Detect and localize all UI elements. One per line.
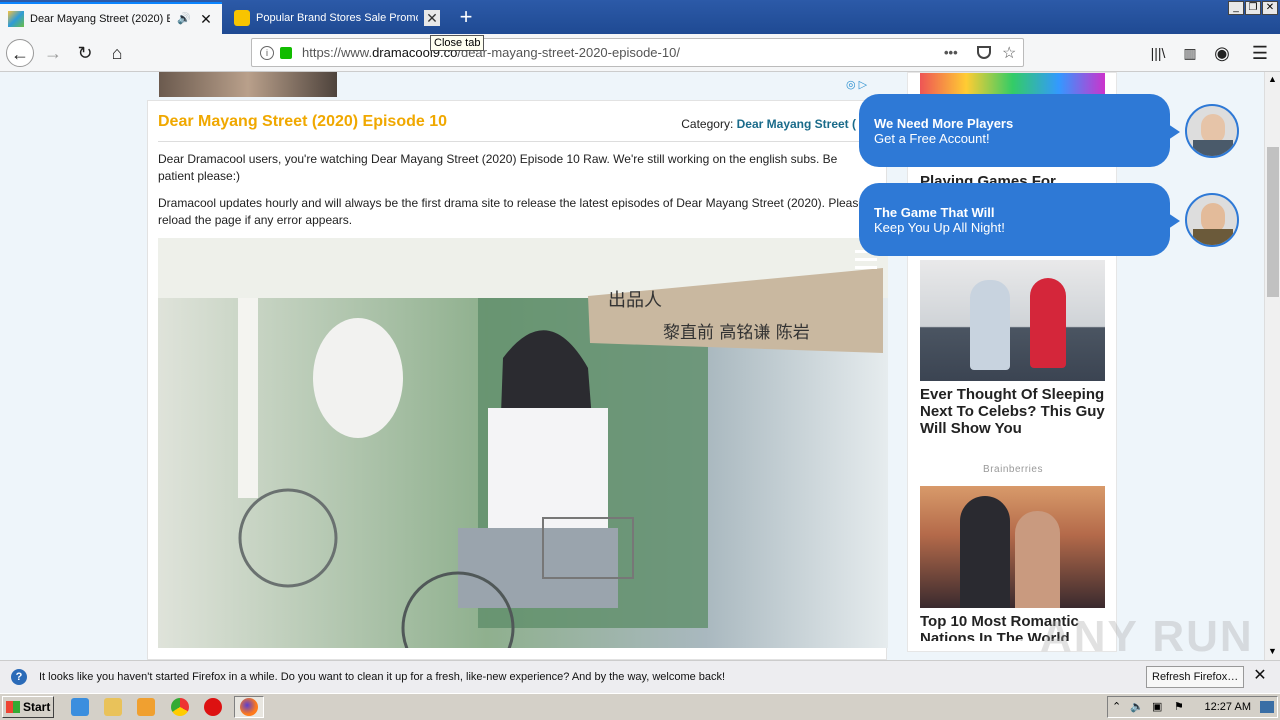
- address-bar[interactable]: i https://www. dramacool9.co/dear-mayang-…: [251, 38, 1024, 67]
- video-sign-text-1: 出品人: [608, 290, 662, 311]
- ad-title-celebs[interactable]: Ever Thought Of Sleeping Next To Celebs?…: [920, 386, 1110, 437]
- episode-panel: Dear Mayang Street (2020) Episode 10 Cat…: [147, 100, 888, 660]
- close-tab-tooltip: Close tab: [430, 35, 485, 51]
- sidebar-icon[interactable]: ▥: [1176, 39, 1204, 67]
- ad-person-3: [960, 496, 1010, 608]
- tray-arrow-icon[interactable]: ⌃: [1112, 700, 1121, 713]
- scrollbar-thumb[interactable]: [1267, 147, 1279, 297]
- page-scrollbar[interactable]: ▲ ▼: [1264, 72, 1280, 660]
- reload-button[interactable]: ↻: [71, 39, 99, 67]
- system-tray: ⌃ 🔈 ▣ ⚑ 12:27 AM: [1107, 696, 1278, 718]
- question-icon: ?: [11, 669, 27, 685]
- explorer-icon[interactable]: [104, 698, 122, 716]
- tab-strip: Dear Mayang Street (2020) Ep 🔊 ✕ Popular…: [0, 0, 1280, 34]
- video-frame-illustration: 出品人 黎直前 高铭谦 陈岩: [158, 238, 888, 648]
- windows-logo-icon: [6, 701, 20, 713]
- tab-title: Popular Brand Stores Sale Promoti: [256, 12, 418, 24]
- home-button[interactable]: ⌂: [103, 39, 131, 67]
- lock-icon[interactable]: [280, 46, 292, 59]
- url-path: /dear-mayang-street-2020-episode-10/: [457, 45, 680, 60]
- category-label: Category:: [681, 117, 734, 131]
- volume-icon[interactable]: 🔈: [1130, 700, 1144, 713]
- update-paragraph: Dramacool updates hourly and will always…: [158, 196, 866, 227]
- ad-image-top[interactable]: [920, 73, 1105, 95]
- new-tab-button[interactable]: +: [452, 4, 480, 32]
- page-actions-icon[interactable]: •••: [944, 45, 958, 60]
- divider: [158, 141, 876, 142]
- avatar[interactable]: [1185, 193, 1239, 247]
- flag-icon[interactable]: ⚑: [1174, 700, 1184, 713]
- dramacool-favicon-icon: [8, 11, 24, 27]
- bubble-line-2: Get a Free Account!: [874, 131, 990, 146]
- minimize-button[interactable]: _: [1228, 1, 1244, 15]
- info-icon[interactable]: i: [260, 45, 274, 60]
- forward-button[interactable]: →: [39, 39, 67, 67]
- intro-paragraph: Dear Dramacool users, you're watching De…: [158, 152, 838, 183]
- category-line: Category: Dear Mayang Street (: [681, 117, 856, 131]
- navigation-toolbar: ← → ↻ ⌂ i https://www. dramacool9.co/dear…: [0, 34, 1280, 72]
- media-player-icon[interactable]: [137, 698, 155, 716]
- clock: 12:27 AM: [1204, 701, 1251, 713]
- library-icon[interactable]: |||\: [1144, 39, 1172, 67]
- ad-person-1: [970, 280, 1010, 370]
- show-desktop-icon[interactable]: [1260, 701, 1274, 713]
- watermark: ANY RUN: [1040, 612, 1254, 660]
- scroll-up-arrow-icon[interactable]: ▲: [1268, 74, 1277, 84]
- ad-person-2: [1030, 278, 1066, 368]
- category-link[interactable]: Dear Mayang Street (: [737, 117, 856, 131]
- bookmark-star-icon[interactable]: ☆: [1002, 43, 1016, 63]
- video-player[interactable]: 出品人 黎直前 高铭谦 陈岩: [158, 238, 888, 648]
- close-window-button[interactable]: ✕: [1262, 1, 1278, 15]
- ad-choices-icon[interactable]: ◎ ▷: [846, 78, 886, 94]
- avatar[interactable]: [1185, 104, 1239, 158]
- tab-close-icon[interactable]: ✕: [198, 11, 214, 27]
- tab-title: Dear Mayang Street (2020) Ep: [30, 13, 170, 25]
- notification-close-icon[interactable]: ✕: [1250, 666, 1270, 686]
- top-banner-image: [159, 72, 337, 97]
- pocket-icon[interactable]: [977, 46, 991, 59]
- video-sign-text-2: 黎直前 高铭谦 陈岩: [663, 323, 810, 343]
- account-icon[interactable]: ◉: [1208, 39, 1236, 67]
- chrome-icon[interactable]: [171, 698, 189, 716]
- url-prefix: https://www.: [302, 45, 373, 60]
- start-label: Start: [23, 700, 51, 714]
- avatar-body: [1193, 140, 1233, 156]
- bubble-line-1: The Game That Will: [874, 205, 995, 220]
- start-button[interactable]: Start: [2, 696, 54, 718]
- ie-icon[interactable]: [71, 698, 89, 716]
- tab-brand-stores[interactable]: Popular Brand Stores Sale Promoti ✕: [226, 2, 448, 34]
- chat-bubble-game[interactable]: The Game That Will Keep You Up All Night…: [859, 183, 1180, 256]
- ad-image-romantic[interactable]: [920, 486, 1105, 608]
- notification-text: It looks like you haven't started Firefo…: [39, 671, 726, 683]
- ad-source[interactable]: Brainberries: [908, 464, 1118, 475]
- tab-dramacool[interactable]: Dear Mayang Street (2020) Ep 🔊 ✕: [0, 2, 222, 34]
- firefox-notification-bar: ? It looks like you haven't started Fire…: [0, 660, 1280, 693]
- firefox-icon: [240, 698, 258, 716]
- opera-icon[interactable]: [204, 698, 222, 716]
- back-button[interactable]: ←: [6, 39, 34, 67]
- maximize-button[interactable]: ❐: [1245, 1, 1261, 15]
- windows-taskbar: Start ⌃ 🔈 ▣ ⚑ 12:27 AM: [0, 693, 1280, 720]
- episode-title: Dear Mayang Street (2020) Episode 10: [158, 113, 448, 130]
- scroll-down-arrow-icon[interactable]: ▼: [1268, 646, 1277, 656]
- smile-favicon-icon: [234, 10, 250, 26]
- menu-icon[interactable]: ☰: [1246, 39, 1274, 67]
- network-icon[interactable]: ▣: [1152, 700, 1162, 713]
- avatar-body: [1193, 229, 1233, 245]
- ad-person-4: [1015, 511, 1060, 608]
- refresh-firefox-button[interactable]: Refresh Firefox…: [1146, 666, 1245, 688]
- taskbar-firefox-button[interactable]: [234, 696, 264, 718]
- bubble-line-1: We Need More Players: [874, 116, 1014, 131]
- bubble-line-2: Keep You Up All Night!: [874, 220, 1005, 235]
- ad-image-celebs[interactable]: [920, 260, 1105, 381]
- speaker-icon[interactable]: 🔊: [176, 11, 192, 27]
- tab-close-icon[interactable]: ✕: [424, 10, 440, 26]
- chat-bubble-players[interactable]: We Need More Players Get a Free Account!: [859, 94, 1180, 167]
